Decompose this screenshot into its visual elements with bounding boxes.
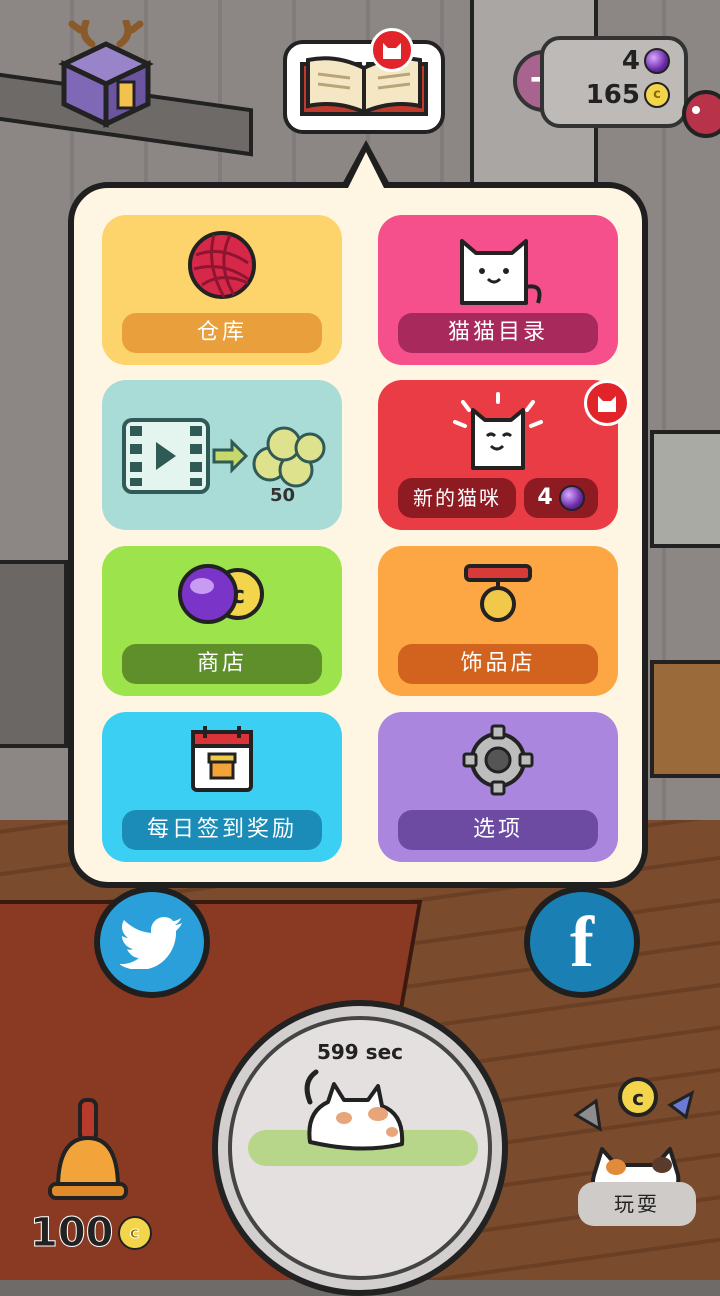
sleeping-cat-icon	[304, 1069, 405, 1151]
collar-icon	[464, 564, 532, 622]
facebook-icon: f	[570, 901, 594, 982]
twitter-button[interactable]	[94, 886, 210, 998]
bell-cost-value: 100	[30, 1210, 114, 1257]
notification-badge	[370, 28, 414, 72]
coin-count: 165	[585, 80, 640, 110]
house-button[interactable]	[52, 18, 160, 128]
video-reward-art	[122, 418, 326, 494]
coin-counter: 165 c	[586, 80, 670, 110]
coin-icon: c	[117, 1216, 152, 1250]
gem-icon	[644, 48, 670, 74]
house-icon	[58, 18, 154, 128]
options-art	[378, 724, 618, 796]
bell-cost: 100 c	[30, 1210, 152, 1257]
gem-icon	[558, 485, 585, 511]
daily-art	[102, 724, 342, 794]
shop-button[interactable]: c 商店	[102, 546, 342, 696]
yarn-art	[102, 227, 342, 303]
play-button[interactable]: 玩耍	[578, 1182, 696, 1226]
cat-face-icon	[598, 396, 616, 412]
coin-icon: c	[644, 82, 670, 108]
timer-text: 599 sec	[316, 1040, 404, 1064]
options-button[interactable]: 选项	[378, 712, 618, 862]
cabinet	[0, 560, 68, 748]
new-cat-button[interactable]: 新的猫咪 4	[378, 380, 618, 530]
svg-text:c: c	[632, 1086, 644, 1110]
calendar-icon	[191, 726, 253, 792]
new-cat-label: 新的猫咪	[398, 478, 516, 518]
cat-icon	[460, 239, 542, 305]
cat-face-icon	[383, 43, 401, 59]
gear-icon	[462, 724, 534, 796]
new-cat-cost-value: 4	[537, 485, 553, 510]
cat-art	[378, 227, 618, 307]
catalog-label: 猫猫目录	[398, 313, 598, 353]
book-icon	[300, 56, 428, 116]
gem-coin-icon: c	[178, 564, 264, 624]
storage-label: 仓库	[122, 313, 322, 353]
gem-count: 4	[621, 46, 640, 76]
bell-icon[interactable]	[38, 1096, 138, 1216]
side-table	[650, 660, 720, 778]
twitter-icon	[120, 917, 182, 969]
window	[650, 430, 720, 548]
storage-button[interactable]: 仓库	[102, 215, 342, 365]
new-cat-cost: 4	[524, 478, 598, 518]
cat-catalog-button[interactable]: 猫猫目录	[378, 215, 618, 365]
video-icon	[122, 418, 210, 494]
shop-art: c	[102, 558, 342, 628]
gem-counter: 4	[622, 46, 670, 76]
panel-pointer-fill	[346, 152, 386, 192]
accessory-store-button[interactable]: 饰品店	[378, 546, 618, 696]
accessory-label: 饰品店	[398, 644, 598, 684]
daily-reward-button[interactable]: 每日签到奖励	[102, 712, 342, 862]
yarn-icon	[188, 231, 256, 299]
watch-video-button[interactable]	[102, 380, 342, 530]
options-label: 选项	[398, 810, 598, 850]
happy-cat-icon	[453, 392, 543, 470]
daily-label: 每日签到奖励	[122, 810, 322, 850]
coin-stack-icon	[252, 426, 326, 488]
currency-panel: 4 165 c	[540, 36, 688, 128]
facebook-button[interactable]: f	[524, 886, 640, 998]
new-cat-badge	[584, 380, 630, 426]
cat-book-button[interactable]	[283, 40, 445, 134]
shop-label: 商店	[122, 644, 322, 684]
new-cat-art	[378, 392, 618, 472]
accessory-art	[378, 558, 618, 628]
monster-decoration	[682, 90, 720, 138]
video-reward-amount: 50	[270, 485, 296, 506]
